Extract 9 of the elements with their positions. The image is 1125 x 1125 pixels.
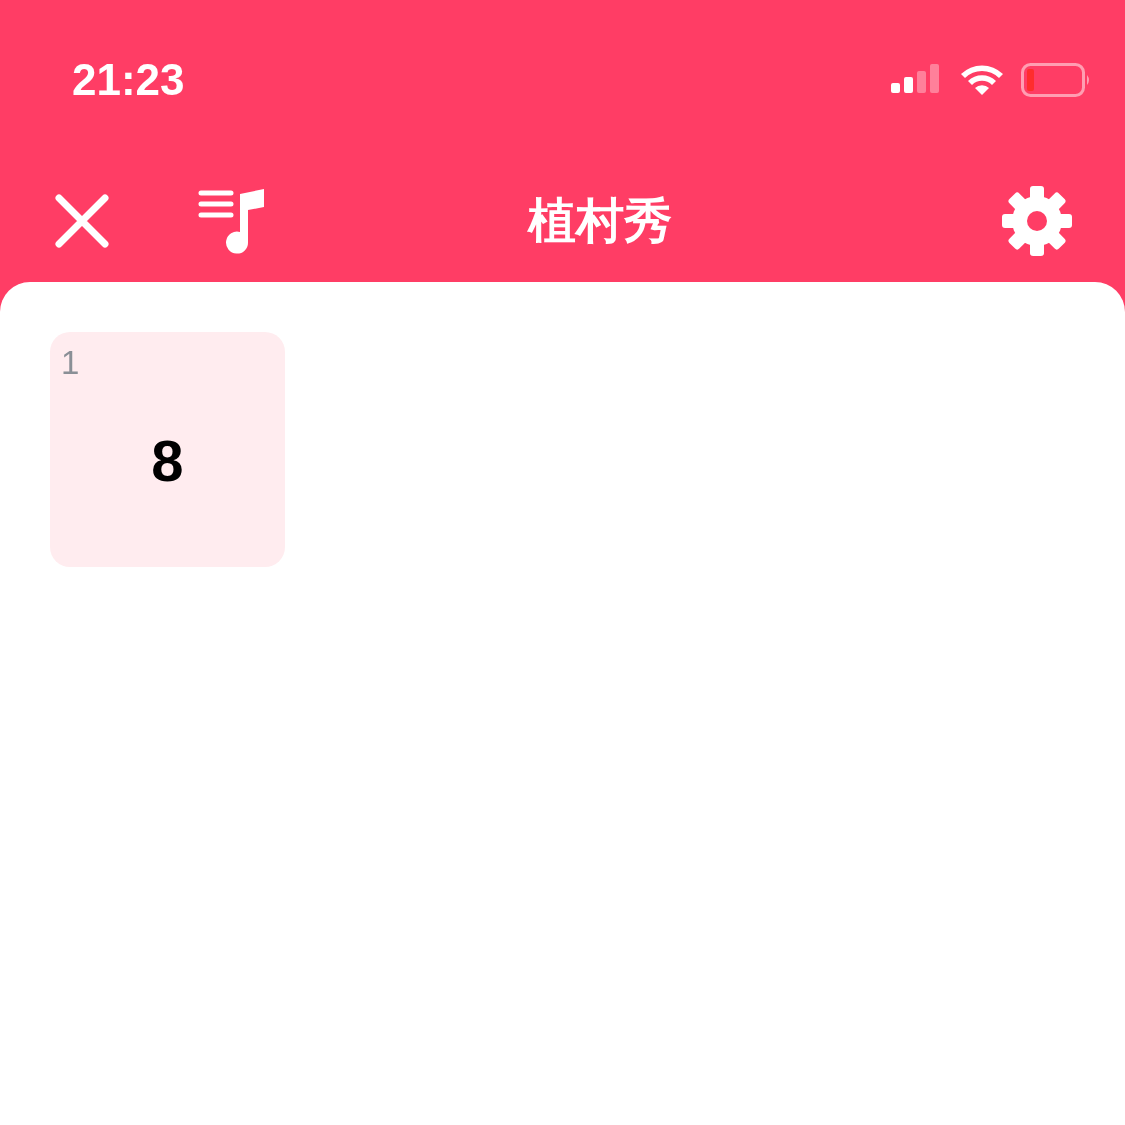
wifi-icon	[959, 63, 1005, 97]
settings-button[interactable]	[1001, 185, 1073, 257]
page-title: 植村秀	[526, 193, 673, 249]
close-button[interactable]	[54, 193, 110, 249]
number-card[interactable]: 1 8	[50, 332, 285, 567]
status-time: 21:23	[72, 55, 185, 105]
battery-icon	[1021, 63, 1091, 97]
card-index: 1	[61, 344, 80, 382]
card-value: 8	[151, 427, 184, 494]
